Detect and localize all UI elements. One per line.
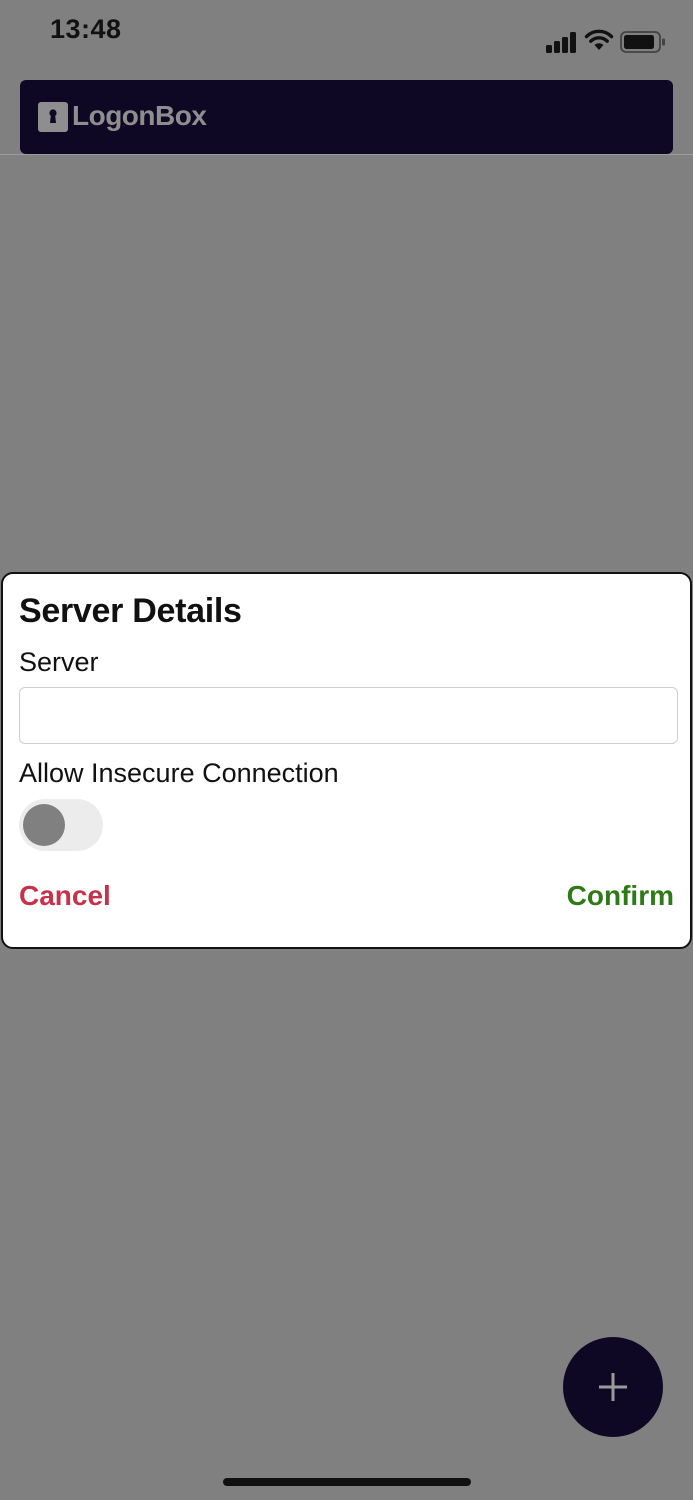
- keyhole-icon: [38, 102, 68, 132]
- logo-text: LogonBox: [72, 100, 207, 131]
- app-header: LogonBox: [20, 80, 673, 154]
- toggle-knob: [23, 804, 65, 846]
- insecure-connection-label: Allow Insecure Connection: [19, 758, 339, 788]
- plus-icon: [599, 1373, 627, 1401]
- dialog-title: Server Details: [19, 592, 242, 630]
- wifi-icon: [584, 29, 614, 50]
- battery-icon: [620, 31, 665, 53]
- server-details-dialog: Server Details Server Allow Insecure Con…: [1, 572, 692, 949]
- status-bar: 13:48: [0, 0, 693, 70]
- app-screen: 13:48 LogonBox Server Details Server All…: [0, 0, 693, 1500]
- status-time: 13:48: [50, 14, 122, 44]
- home-indicator: [223, 1478, 471, 1486]
- insecure-connection-toggle[interactable]: [19, 799, 103, 851]
- header-divider: [0, 154, 693, 155]
- signal-icon: [546, 31, 578, 53]
- add-server-button[interactable]: [563, 1337, 663, 1437]
- cancel-button[interactable]: Cancel: [19, 880, 111, 912]
- server-input[interactable]: [19, 687, 678, 744]
- server-label: Server: [19, 647, 99, 677]
- confirm-button[interactable]: Confirm: [567, 880, 674, 912]
